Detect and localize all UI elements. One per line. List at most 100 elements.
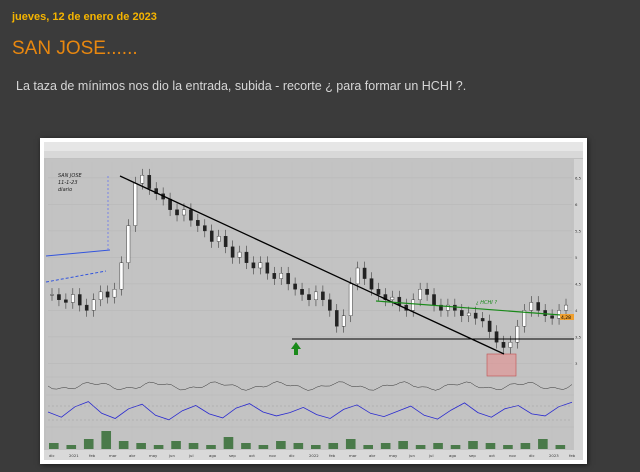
candle-body xyxy=(355,267,360,285)
chart-note-line-2: 11-1-23 xyxy=(58,180,78,186)
candle-body xyxy=(216,235,221,242)
candle-body xyxy=(307,294,311,300)
candle-body xyxy=(119,262,124,290)
candle-body xyxy=(460,310,464,316)
chart-note-line-3: diario xyxy=(58,187,72,193)
candle-body xyxy=(536,302,541,311)
candle-body xyxy=(147,175,152,189)
candle-body xyxy=(494,331,499,343)
candle-body xyxy=(453,304,457,311)
y-tick-label: 3,5 xyxy=(575,334,582,339)
candle-body xyxy=(71,294,75,303)
chart-subtoolbar xyxy=(44,151,583,158)
candle-body xyxy=(348,283,353,316)
x-tick-label: dic xyxy=(529,453,535,458)
candle-body xyxy=(91,299,96,311)
x-tick-label: abr xyxy=(129,453,136,458)
volume-bar xyxy=(503,445,513,449)
volume-bar xyxy=(468,441,478,449)
volume-bar xyxy=(345,439,356,449)
x-tick-label: dic xyxy=(289,453,295,458)
candle-body xyxy=(112,288,117,298)
candle-body xyxy=(64,299,68,303)
candle-body xyxy=(376,288,381,295)
chart-note-line-1: SAN JOSE xyxy=(58,173,83,179)
volume-bar xyxy=(206,445,216,449)
candle-body xyxy=(272,273,277,279)
x-tick-label: oct xyxy=(489,453,495,458)
candle-body xyxy=(230,246,235,258)
candle-body xyxy=(168,198,172,210)
volume-bar xyxy=(520,443,531,449)
candle-body xyxy=(334,310,339,327)
x-tick-label: jul xyxy=(188,453,194,458)
candle-body xyxy=(411,299,415,311)
volume-bar xyxy=(223,437,234,449)
candle-body xyxy=(196,220,200,226)
candle-body xyxy=(126,225,131,263)
candle-body xyxy=(251,262,256,269)
candle-body xyxy=(369,278,374,290)
support-box xyxy=(486,353,517,377)
volume-bar xyxy=(398,441,408,449)
candle-body xyxy=(529,302,534,311)
x-tick-label: oct xyxy=(249,453,255,458)
stock-chart: SAN JOSE 11-1-23 diario ¿ HCHI ? 4,28 6,… xyxy=(44,142,583,460)
candle-body xyxy=(237,251,242,258)
candle-body xyxy=(50,294,54,296)
volume-bar xyxy=(380,443,391,449)
volume-bar xyxy=(433,443,443,449)
x-tick-label: nov xyxy=(509,453,517,458)
candle-body xyxy=(515,326,520,343)
x-tick-label: dic xyxy=(49,453,55,458)
candle-body xyxy=(279,273,284,279)
volume-bar xyxy=(415,445,426,449)
candle-body xyxy=(362,267,367,279)
x-tick-label: 2022 xyxy=(309,453,319,458)
candle-body xyxy=(473,312,478,319)
volume-bar xyxy=(276,441,286,449)
volume-bar xyxy=(241,443,251,449)
volume-bar xyxy=(538,439,548,449)
volume-bar xyxy=(118,441,129,449)
chart-image[interactable]: SAN JOSE 11-1-23 diario ¿ HCHI ? 4,28 6,… xyxy=(40,138,587,464)
x-tick-label: 2021 xyxy=(69,453,79,458)
volume-bar xyxy=(101,431,112,449)
candle-body xyxy=(293,283,297,290)
chart-toolbar xyxy=(44,142,583,151)
candle-body xyxy=(425,288,429,295)
candle-body xyxy=(244,251,249,263)
candle-body xyxy=(140,175,145,184)
candle-body xyxy=(501,341,506,348)
volume-bar xyxy=(83,439,94,449)
x-tick-label: jun xyxy=(168,453,175,458)
candle-body xyxy=(77,294,82,306)
candle-body xyxy=(189,209,193,221)
x-tick-label: feb xyxy=(329,453,336,458)
volume-bar xyxy=(49,443,59,449)
candle-body xyxy=(98,291,103,301)
x-tick-label: nov xyxy=(269,453,277,458)
candle-body xyxy=(182,209,186,216)
candle-body xyxy=(487,320,492,332)
candle-body xyxy=(314,291,318,301)
x-tick-label: mar xyxy=(349,453,357,458)
y-tick-label: 4,5 xyxy=(575,281,582,286)
momentum-panel xyxy=(46,378,574,394)
post-title[interactable]: SAN JOSE...... xyxy=(12,38,138,60)
x-tick-label: ago xyxy=(449,453,457,458)
candle-body xyxy=(133,183,138,226)
candle-body xyxy=(175,209,179,216)
x-tick-label: abr xyxy=(369,453,376,458)
candle-body xyxy=(341,315,346,327)
candle-body xyxy=(480,318,485,322)
y-tick-label: 6,5 xyxy=(575,175,582,180)
candle-body xyxy=(508,341,513,348)
candle-body xyxy=(550,315,554,319)
candle-body xyxy=(300,288,304,295)
price-panel xyxy=(46,159,574,376)
post-text: La taza de mínimos nos dio la entrada, s… xyxy=(16,79,467,93)
x-tick-label: ago xyxy=(209,453,217,458)
x-tick-label: may xyxy=(149,453,158,458)
x-tick-label: 2023 xyxy=(549,453,559,458)
